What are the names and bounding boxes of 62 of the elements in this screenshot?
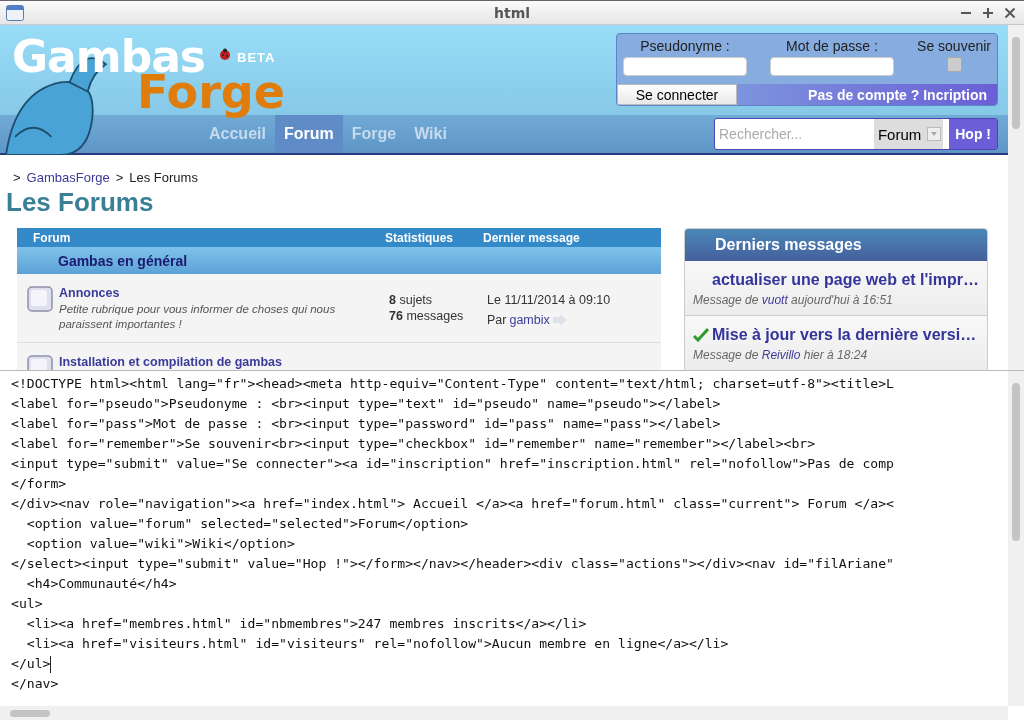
close-icon[interactable] [1004,6,1016,19]
forum-icon [27,286,53,312]
scrollbar[interactable] [1008,371,1024,706]
code-line: <label for="pseudo">Pseudonyme : <br><input type="text" id="pseudo" name="pseudo"></label> [11,395,721,413]
window-icon [6,4,24,21]
message-count: 76 messages [389,309,465,323]
code-line: <option value="wiki">Wiki</option> [25,535,295,553]
code-line: <option value="forum" selected="selected">Forum</option> [25,515,469,533]
breadcrumb-separator: > [115,170,124,185]
field-label: Pseudonyme : [640,38,730,54]
code-line: <ul> [11,595,43,613]
last-message-date: Le 11/11/2014 à 09:10 [487,293,612,307]
author-link[interactable]: gambix [509,313,550,327]
breadcrumb-separator: > [13,170,21,185]
code-line: <input type="submit" value="Se connecter"><a id="inscription" href="inscription.html" rel="nofollow">Pas de comp [11,455,894,473]
code-line: </ul> [11,655,51,673]
scrollbar[interactable] [0,706,1008,720]
signup-link[interactable]: Pas de compte ? Incription [808,86,987,103]
field-label: Se souvenir [917,38,991,54]
topic-link[interactable]: Mise à jour vers la dernière versi… [712,326,977,344]
field-label: Mot de passe : [786,38,878,54]
message-meta: Message de Reivillo hier à 18:24 [693,348,869,362]
code-line: <!DOCTYPE html><html lang="fr"><head><meta http-equiv="Content-Type" content="text/html; charset=utf-8"><title>L [11,375,894,393]
breadcrumb-link[interactable]: GambasForge [26,170,110,185]
code-line: <label for="pass">Mot de passe : <br><input type="password" id="pass" name="pass"></label> [11,415,721,433]
column-header: Dernier message [483,230,581,245]
ladybug-icon [219,48,231,60]
scrollbar[interactable] [1008,25,1024,370]
column-header: Statistiques [385,230,454,245]
pseudo-field[interactable] [623,57,747,76]
author-link[interactable]: Reivillo [761,348,801,362]
password-field[interactable] [770,57,895,76]
search-button[interactable]: Hop ! [949,119,997,149]
code-line: </nav> [11,675,59,693]
remember-checkbox[interactable] [946,57,962,72]
topic-count: 8 sujets [389,293,434,307]
connect-button[interactable]: Se connecter [617,84,737,105]
maximize-icon[interactable] [982,6,994,19]
forum-title-link[interactable]: Installation et compilation de gambas [59,355,361,369]
page-title: Les Forums [6,187,155,218]
column-header: Forum [32,230,72,245]
code-line: <label for="remember">Se souvenir<br><input type="checkbox" id="remember" name="remember"></label><br> [11,435,816,453]
forum-description: Petite rubrique pour vous informer de choses qui nous paraissent importantes ! [59,302,337,332]
scope-dropdown[interactable]: Forum [873,119,950,149]
by-label: Par [487,313,507,327]
message-meta: Message de vuott aujourd'hui à 16:51 [693,293,894,307]
panel-title: Derniers messages [715,236,862,254]
code-line: </div><nav role="navigation"><a href="index.html"> Accueil </a><a href="forum.html" class="current"> Forum </a>< [11,495,894,513]
topic-link[interactable]: actualiser une page web et l'impr… [712,271,979,289]
beta-label: BETA [237,50,276,65]
code-editor[interactable] [0,370,1024,720]
code-line: <li><a href="membres.html" id="nbmembres">247 membres inscrits</a></li> [25,615,587,633]
window-title: html [494,4,530,21]
code-line: <h4>Communauté</h4> [25,575,177,593]
breadcrumb-current: Les Forums [129,170,198,185]
code-line: </form> [11,475,67,493]
forum-title-link[interactable]: Annonces [59,286,361,300]
category-title: Gambas en général [58,252,188,269]
code-line: </select><input type="submit" value="Hop !"></form></nav></header><div class="actions"></div><nav id="filAriane" [11,555,894,573]
code-line: <li><a href="visiteurs.html" id="visiteurs" rel="nofollow">Aucun membre en ligne</a></li> [25,635,729,653]
author-link[interactable]: vuott [761,293,788,307]
search-field[interactable]: Rechercher... [715,119,874,149]
